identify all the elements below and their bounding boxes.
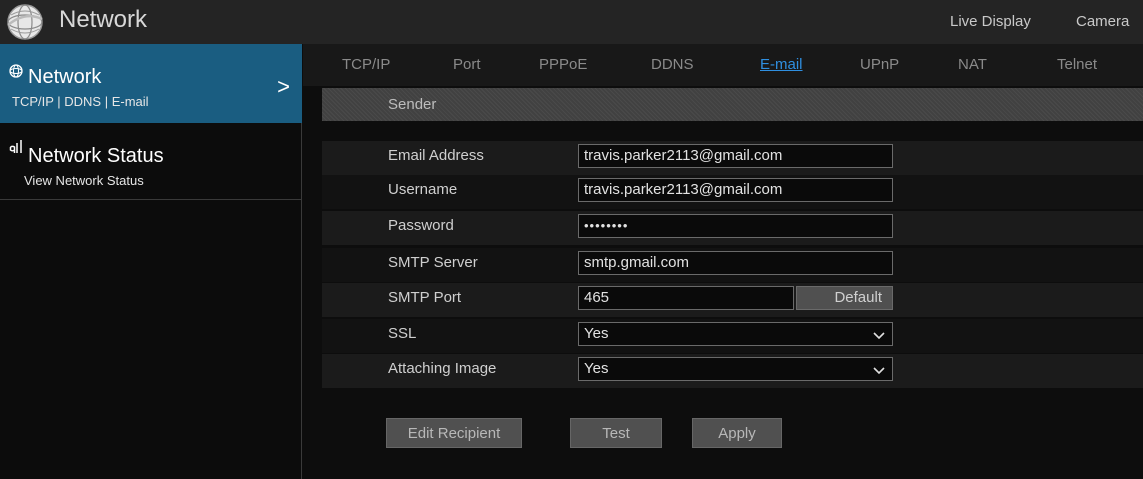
tab-telnet[interactable]: Telnet bbox=[1057, 56, 1097, 73]
smtp-server-row: SMTP Server smtp.gmail.com bbox=[322, 248, 1143, 282]
smtp-port-row: SMTP Port 465 Default bbox=[322, 283, 1143, 317]
section-title: Sender bbox=[388, 96, 437, 113]
ssl-label: SSL bbox=[388, 325, 417, 342]
tab-upnp[interactable]: UPnP bbox=[860, 56, 899, 73]
email-address-row: Email Address travis.parker2113@gmail.co… bbox=[322, 141, 1143, 175]
tab-nat[interactable]: NAT bbox=[958, 56, 987, 73]
chevron-right-icon: > bbox=[277, 74, 290, 99]
smtp-server-label: SMTP Server bbox=[388, 254, 478, 271]
sidebar-item-network-status[interactable]: Network Status View Network Status bbox=[0, 124, 302, 200]
sidebar-item-network-subtitle: TCP/IP | DDNS | E-mail bbox=[12, 94, 149, 109]
attaching-image-select-value: Yes bbox=[584, 360, 609, 377]
attaching-image-label: Attaching Image bbox=[388, 360, 497, 377]
tab-bar: TCP/IP Port PPPoE DDNS E-mail UPnP NAT T… bbox=[303, 44, 1143, 86]
smtp-port-field[interactable]: 465 bbox=[578, 286, 794, 310]
smtp-port-label: SMTP Port bbox=[388, 289, 462, 306]
network-globe-logo-icon bbox=[7, 4, 43, 40]
default-port-button[interactable]: Default bbox=[796, 286, 893, 310]
sidebar-item-network-status-subtitle: View Network Status bbox=[24, 173, 144, 188]
username-label: Username bbox=[388, 181, 458, 198]
title-bar: Network Live Display Camera bbox=[0, 0, 1143, 44]
edit-recipient-button[interactable]: Edit Recipient bbox=[386, 418, 522, 448]
chevron-down-icon bbox=[873, 367, 885, 375]
chevron-down-icon bbox=[873, 332, 885, 340]
tab-pppoe[interactable]: PPPoE bbox=[539, 56, 587, 73]
test-button[interactable]: Test bbox=[570, 418, 662, 448]
password-field[interactable]: •••••••• bbox=[578, 214, 893, 238]
apply-button[interactable]: Apply bbox=[692, 418, 782, 448]
sidebar-item-network-title: Network bbox=[28, 66, 102, 88]
username-row: Username travis.parker2113@gmail.com bbox=[322, 175, 1143, 209]
sender-section-header: Sender bbox=[322, 88, 1143, 121]
ssl-select-value: Yes bbox=[584, 325, 609, 342]
sidebar-item-network[interactable]: Network TCP/IP | DDNS | E-mail > bbox=[0, 44, 302, 123]
ssl-select[interactable]: Yes bbox=[578, 322, 893, 346]
email-address-field[interactable]: travis.parker2113@gmail.com bbox=[578, 144, 893, 168]
sidebar: Network TCP/IP | DDNS | E-mail > Network… bbox=[0, 44, 302, 479]
camera-link[interactable]: Camera bbox=[1076, 13, 1129, 30]
tab-email[interactable]: E-mail bbox=[760, 56, 803, 73]
smtp-server-field[interactable]: smtp.gmail.com bbox=[578, 251, 893, 275]
ssl-row: SSL Yes bbox=[322, 319, 1143, 353]
live-display-link[interactable]: Live Display bbox=[950, 13, 1031, 30]
username-field[interactable]: travis.parker2113@gmail.com bbox=[578, 178, 893, 202]
sidebar-item-network-status-title: Network Status bbox=[28, 145, 164, 167]
password-row: Password •••••••• bbox=[322, 211, 1143, 245]
tab-port[interactable]: Port bbox=[453, 56, 481, 73]
tab-tcpip[interactable]: TCP/IP bbox=[342, 56, 390, 73]
page-title: Network bbox=[59, 6, 148, 33]
attaching-image-select[interactable]: Yes bbox=[578, 357, 893, 381]
email-address-label: Email Address bbox=[388, 147, 484, 164]
attaching-image-row: Attaching Image Yes bbox=[322, 354, 1143, 388]
tab-ddns[interactable]: DDNS bbox=[651, 56, 694, 73]
network-status-icon bbox=[9, 140, 22, 153]
password-label: Password bbox=[388, 217, 454, 234]
globe-icon bbox=[9, 64, 23, 78]
